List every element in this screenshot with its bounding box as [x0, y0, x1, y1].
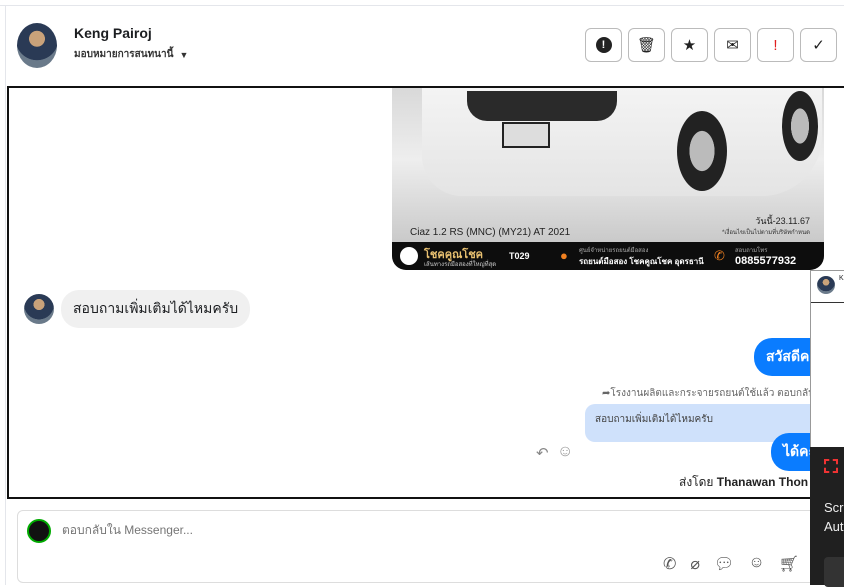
alert-circle-icon: ! [595, 37, 612, 53]
sender-avatar [24, 294, 54, 324]
star-button[interactable]: ★ [671, 28, 708, 62]
toast-line-1: Scr [824, 500, 844, 515]
sent-by: ส่งโดย Thanawan Thon [679, 475, 809, 489]
screenshot-notification[interactable]: Scr Aut [810, 447, 844, 587]
emoji-icon[interactable]: ☺ [748, 554, 764, 574]
car-image-attachment[interactable]: วันนี้-23.11.67 *เงื่อนไขเป็นไปตามที่บริ… [392, 88, 824, 270]
composer: ✆ ⌀ 💬︎ ☺ 🛒︎ [17, 510, 844, 583]
car-model: Ciaz 1.2 RS (MNC) (MY21) AT 2021 [410, 227, 571, 238]
contact-avatar[interactable] [17, 23, 57, 68]
cart-add-icon[interactable]: 🛒︎ [779, 554, 799, 574]
emoji-react-icon[interactable]: ☺ [557, 443, 573, 461]
trash-icon: 🗑 [636, 37, 657, 54]
message-input[interactable] [62, 523, 662, 537]
date-label: วันนี้-23.11.67 [755, 216, 810, 226]
dealer-tagline: เส้นทางรถมือสองที่ใหญ่ที่สุด [424, 262, 497, 268]
page-avatar [27, 519, 51, 543]
exclamation-icon: ! [773, 36, 778, 54]
report-button[interactable]: ! [585, 28, 622, 62]
popup-avatar [817, 276, 835, 294]
toast-line-2: Aut [824, 519, 844, 534]
terms-note: *เงื่อนไขเป็นไปตามที่บริษัทกำหนด [722, 230, 810, 236]
dealer-logo-icon [400, 247, 418, 265]
assign-label: มอบหมายการสนทนานี้ [74, 49, 174, 60]
phone-icon: ✆ [714, 248, 725, 263]
contact-name: Keng Pairoj [74, 25, 152, 41]
envelope-icon: ✉ [726, 37, 739, 54]
caret-down-icon: ▼ [179, 49, 189, 60]
check-icon: ✓ [812, 37, 825, 54]
incoming-message: สอบถามเพิ่มเติมได้ไหมครับ [61, 290, 251, 328]
reply-context: ➦โรงงานผลิตและกระจายรถยนต์ใช้แล้ว ตอบกลั… [602, 388, 830, 399]
popup-initial: K [839, 275, 844, 282]
call-add-icon[interactable]: ✆ [663, 554, 676, 574]
toast-button[interactable] [824, 557, 844, 587]
action-toolbar: ! 🗑 ★ ✉ ! ✓ [585, 28, 837, 62]
phone-number: 0885577932 [735, 255, 797, 267]
conversation-panel: วันนี้-23.11.67 *เงื่อนไขเป็นไปตามที่บริ… [7, 86, 844, 499]
saved-replies-icon[interactable]: 💬︎ [714, 554, 734, 574]
stock-code: T029 [509, 251, 530, 261]
delete-button[interactable]: 🗑 [628, 28, 665, 62]
location-label: ศูนย์จำหน่ายรถยนต์มือสอง [579, 248, 649, 254]
car-photo [422, 88, 822, 196]
left-divider [5, 5, 6, 585]
location-pin-icon: ● [560, 248, 568, 263]
location-text: รถยนต์มือสอง โชคคูณโชค อุดรธานี [579, 257, 704, 266]
mark-important-button[interactable]: ! [757, 28, 794, 62]
composer-tools: ✆ ⌀ 💬︎ ☺ 🛒︎ [663, 554, 799, 574]
reply-icon[interactable]: ↶ [536, 444, 549, 462]
popup-chat-window[interactable]: K [810, 270, 844, 448]
star-icon: ★ [682, 37, 697, 54]
assign-conversation-dropdown[interactable]: มอบหมายการสนทนานี้ ▼ [74, 47, 188, 62]
mark-done-button[interactable]: ✓ [800, 28, 837, 62]
top-divider [0, 5, 844, 6]
mark-unread-button[interactable]: ✉ [714, 28, 751, 62]
phone-label: สอบถามโทร [735, 248, 768, 254]
paperclip-icon[interactable]: ⌀ [690, 554, 700, 574]
snip-icon [824, 459, 838, 473]
dealer-banner: โชคคูณโชค เส้นทางรถมือสองที่ใหญ่ที่สุด T… [392, 242, 824, 270]
